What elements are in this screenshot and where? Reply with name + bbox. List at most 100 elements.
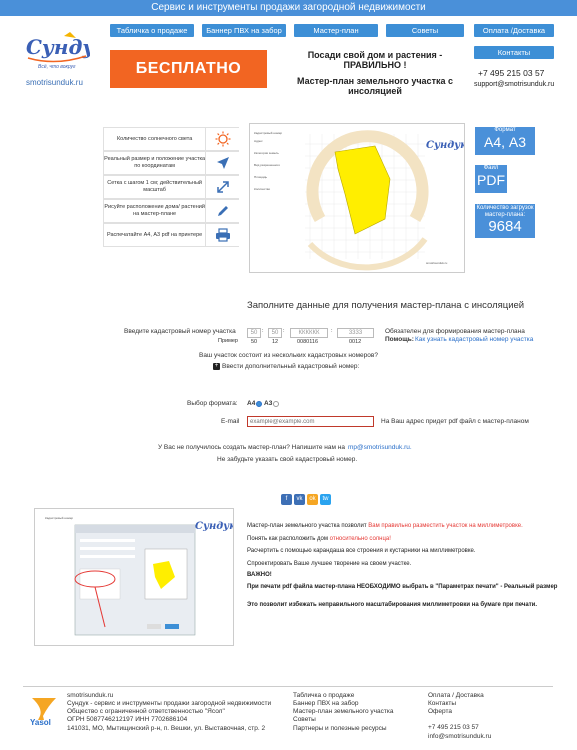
feature-label: Распечатайте А4, А3 pdf на принтере [107,231,203,238]
feature-real-size: Реальный размер и положение участка по к… [103,151,239,175]
info-p2-text: Понять как расположить дом [247,536,328,542]
footer-link[interactable]: Баннер ПВХ на забор [293,700,413,708]
example-value-1: 50 [251,339,258,345]
nav-tips[interactable]: Советы [386,24,464,37]
sun-icon [205,127,239,151]
svg-text:smotrisunduk.ru: smotrisunduk.ru [426,261,448,265]
feature-draw: Рисуйте расположение дома/ растений на м… [103,199,239,223]
navigation-arrow-icon [205,151,239,175]
email-input[interactable] [247,416,374,427]
svg-text:Адрес: Адрес [254,139,263,143]
cad-separator: : [283,328,285,334]
info-p3: Расчертить с помощью карандаша все строе… [247,548,476,554]
cad-input-3[interactable]: КККККК [290,328,328,338]
svg-text:Кадастровый номер: Кадастровый номер [45,516,73,520]
nav-sale-sign[interactable]: Табличка о продаже [110,24,194,37]
resize-arrows-icon [205,175,239,199]
email-label: E-mail [221,418,240,425]
feature-label: Сетка с шагом 1 см; действительный масшт… [107,180,202,193]
file-value: PDF [477,171,505,188]
cad-separator: : [262,328,264,334]
example-label: Пример [218,338,238,344]
svg-text:Вид разрешенного: Вид разрешенного [254,163,280,167]
format-a4-label: A4 [247,400,256,407]
footer-link[interactable]: Партнеры и полезные ресурсы [293,725,413,733]
file-badge: Файл PDF [475,165,507,193]
info-p1-text: Мастер-план земельного участка позволит [247,523,367,529]
free-banner: БЕСПЛАТНО [110,50,267,88]
facebook-icon[interactable]: f [281,494,292,505]
format-label: Формат [494,127,516,133]
footer-divider [23,686,553,687]
pencil-icon [205,199,239,223]
nav-master-plan[interactable]: Мастер-план [294,24,378,37]
footer-link[interactable]: Оплата / Доставка [428,692,548,700]
cad-required-note: Обязателен для формирования мастер-плана [385,328,525,335]
site-title-bar: Сервис и инструменты продажи загородной … [0,0,577,16]
info-p1-highlight: Вам правильно разместить участок на милл… [368,523,523,529]
info-important: ВАЖНО! [247,572,272,578]
format-select-label: Выбор формата: [187,400,238,407]
footer-company: smotrisunduk.ru Сундук - сервис и инстру… [67,692,287,733]
downloads-badge: Количество загрузок мастер-плана: 9684 [475,204,535,238]
footer-link[interactable]: Советы [293,716,413,724]
headline-plant: Посади свой дом и растения - ПРАВИЛЬНО ! [307,50,443,70]
cad-input-4[interactable]: 3333 [337,328,374,338]
add-cad-icon[interactable]: + [213,363,220,370]
fail-email-link[interactable]: mp@smotrisunduk.ru. [348,444,412,451]
footer-phone[interactable]: +7 495 215 03 57 [428,724,548,732]
header-phone[interactable]: +7 495 215 03 57 [478,68,544,78]
info-p5: При печати pdf файла мастер-плана НЕОБХО… [247,584,558,590]
nav-payment[interactable]: Оплата /Доставка [474,24,554,37]
footer-links: Табличка о продаже Баннер ПВХ на забор М… [293,692,413,733]
footer-spacer [428,716,548,724]
print-dialog-screenshot: Кадастровый номер Сундук [34,508,236,646]
printer-icon [205,223,239,247]
example-value-3: 0080116 [297,339,319,345]
nav-banner[interactable]: Баннер ПВХ на забор [202,24,286,37]
footer-address: 141031, МО, Мытищинский р-н, п. Вешки, у… [67,724,266,732]
multi-cad-question: Ваш участок состоит из нескольких кадаст… [199,352,378,359]
footer-link[interactable]: Мастер-план земельного участка [293,708,413,716]
footer-site[interactable]: smotrisunduk.ru [67,692,287,700]
nav-contacts[interactable]: Контакты [474,46,554,59]
format-badge: Формат А4, А3 [475,127,535,155]
master-plan-preview: Кадастровый номер Адрес Категория земель… [249,123,467,273]
twitter-icon[interactable]: tw [320,494,331,505]
example-value-4: 0012 [349,339,362,345]
header-email[interactable]: support@smotrisunduk.ru [474,81,554,88]
cad-input-2[interactable]: 50 [268,328,282,338]
downloads-value: 9684 [488,218,522,236]
format-a3-label: A3 [264,400,273,407]
add-cad-link[interactable]: Ввести дополнительный кадастровый номер: [222,363,359,370]
feature-label: Рисуйте расположение дома/ растений на м… [104,204,205,217]
email-note: На Ваш адрес придет pdf файл с мастер-пл… [381,418,529,425]
site-url[interactable]: smotrisunduk.ru [26,78,83,87]
svg-text:Сундук: Сундук [195,521,233,532]
vk-icon[interactable]: vk [294,494,305,505]
svg-text:Кадастровый номер: Кадастровый номер [254,131,282,135]
downloads-label: Количество загрузок мастер-плана: [476,205,534,218]
print-dialog-image: Кадастровый номер Сундук [35,509,236,645]
logo-slogan: Всё, что вокруг [38,64,76,70]
yasol-wordmark: Yasol [30,718,51,727]
footer-link[interactable]: Табличка о продаже [293,692,413,700]
file-label: Файл [483,165,499,171]
odnoklassniki-icon[interactable]: ok [307,494,318,505]
cad-separator: : [331,328,333,334]
footer-ogrn: ОГРН 5087746212197 ИНН 7702686104 [67,716,188,724]
help-link[interactable]: Как узнать кадастровый номер участка [415,336,533,343]
format-a4-radio[interactable] [256,401,262,407]
logo[interactable]: Сундук Всё, что вокруг [24,30,108,74]
info-p2-highlight: относительно солнца! [329,536,391,542]
footer-link[interactable]: Оферта [428,708,548,716]
cad-input-1[interactable]: 50 [247,328,261,338]
feature-label: Количество солнечного света [116,135,193,142]
svg-text:Сундук: Сундук [426,140,464,151]
footer-logo: Yasol [26,694,60,730]
example-value-2: 12 [272,339,279,345]
format-a3-radio[interactable] [273,401,279,407]
help-label: Помощь: [385,336,414,343]
footer-link[interactable]: Контакты [428,700,548,708]
footer-email[interactable]: info@smotrisunduk.ru [428,733,548,741]
